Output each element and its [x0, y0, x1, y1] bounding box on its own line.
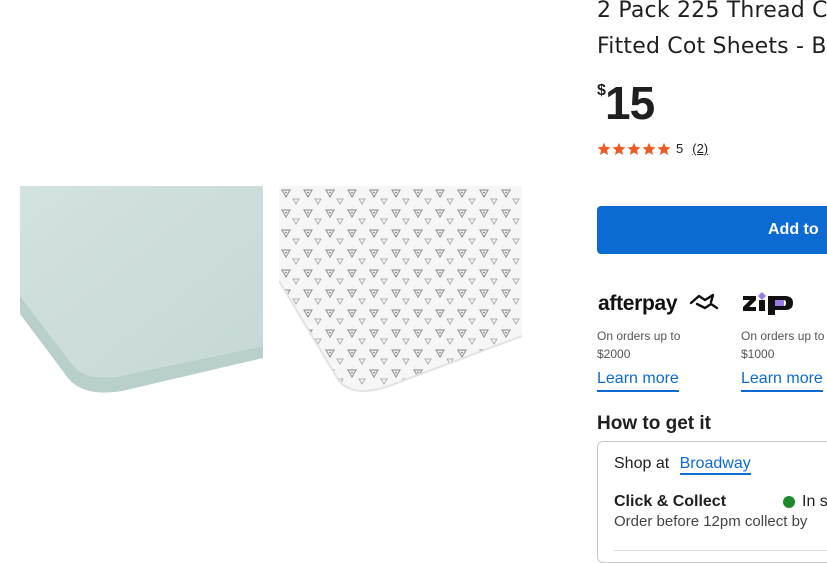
- star-icon: [597, 142, 611, 155]
- afterpay-learn-more-link[interactable]: Learn more: [597, 370, 679, 392]
- zip-learn-more-link[interactable]: Learn more: [741, 370, 823, 392]
- stock-status: In s: [783, 493, 827, 511]
- click-collect-title: Click & Collect: [614, 493, 727, 510]
- rating: 5 (2): [597, 141, 708, 156]
- afterpay-note-line2: $2000: [597, 347, 631, 361]
- product-image-plain[interactable]: [20, 186, 263, 399]
- afterpay-logo-icon: afterpay: [597, 290, 727, 316]
- price-amount: 15: [605, 77, 655, 129]
- product-title-line-2: Fitted Cot Sheets - B: [597, 34, 827, 59]
- zip-note-line2: $1000: [741, 347, 775, 361]
- zip-section: On orders up to $1000 Learn more: [741, 290, 827, 392]
- rating-score: 5: [676, 141, 684, 156]
- store-name-link[interactable]: Broadway: [679, 455, 751, 475]
- star-icon: [627, 142, 641, 155]
- star-icon: [657, 142, 671, 155]
- fulfilment-card: Shop at Broadway Click & Collect In s Or…: [597, 441, 827, 563]
- product-title-line-1: 2 Pack 225 Thread C: [597, 0, 827, 23]
- zip-logo-icon: [741, 290, 827, 316]
- stock-status-text: In s: [802, 493, 827, 510]
- star-icon: [642, 142, 656, 155]
- shop-at-label: Shop at: [614, 455, 670, 472]
- afterpay-section: afterpay On orders up to $2000 Learn mor…: [597, 290, 727, 392]
- zip-note-line1: On orders up to: [741, 329, 825, 343]
- product-image-patterned[interactable]: [279, 186, 522, 399]
- how-to-get-it-heading: How to get it: [597, 413, 711, 434]
- add-to-cart-button[interactable]: Add to: [597, 206, 827, 254]
- rating-stars: [597, 142, 672, 156]
- click-collect-subtitle: Order before 12pm collect by: [614, 513, 808, 530]
- shop-at-row: Shop at Broadway: [614, 455, 751, 475]
- svg-text:afterpay: afterpay: [598, 292, 678, 315]
- add-to-cart-label: Add to: [768, 221, 819, 238]
- afterpay-note-line1: On orders up to: [597, 329, 681, 343]
- in-stock-dot-icon: [783, 496, 795, 508]
- star-icon: [612, 142, 626, 155]
- review-count-link[interactable]: (2): [692, 141, 708, 156]
